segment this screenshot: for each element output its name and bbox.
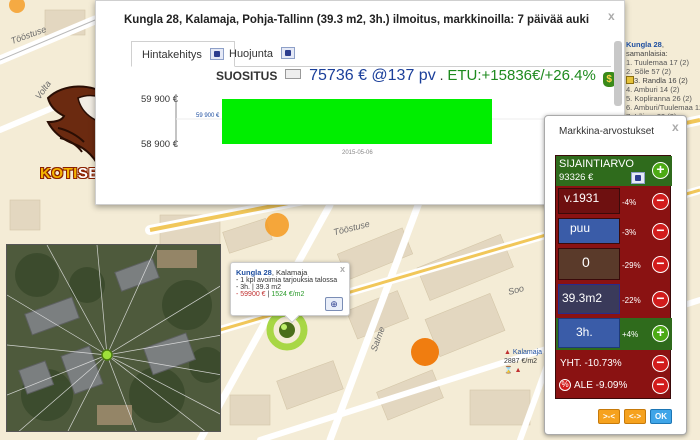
close-button[interactable]: x xyxy=(672,120,679,134)
area-price-pin[interactable]: ▲ Kalamaja 2887 €/m2 ⌛ ▲ xyxy=(504,348,544,375)
ok-button[interactable]: OK xyxy=(650,409,672,424)
remove-button[interactable]: − xyxy=(652,355,669,372)
row-label: v.1931 xyxy=(564,191,600,205)
hourglass-icon: ⌛ ▲ xyxy=(504,367,522,374)
row-pct: -29% xyxy=(622,261,641,270)
tab-label: Huojunta xyxy=(229,48,274,60)
popup-price-per-m2: 1524 €/m2 xyxy=(271,291,305,298)
total-row: YHT. -10.73% − xyxy=(556,354,672,374)
remove-button[interactable]: − xyxy=(652,256,669,273)
tab-label: Hintakehitys xyxy=(142,49,202,61)
row-label: 39.3m2 xyxy=(562,291,603,305)
total-label: YHT. -10.73% xyxy=(560,358,622,369)
recommended-price: 75736 € @137 pv xyxy=(309,67,436,84)
brand-text-koti: KOTI xyxy=(40,165,78,182)
pin-price: 2887 €/m2 xyxy=(504,358,538,365)
discount-icon: % xyxy=(559,379,571,391)
close-button[interactable]: x xyxy=(608,9,615,23)
satellite-image xyxy=(7,245,220,431)
panel-title: Markkina-arvostukset xyxy=(559,126,655,137)
highlight-icon xyxy=(626,76,634,84)
row-pct: -4% xyxy=(622,198,637,207)
popup-district: , Kalamaja xyxy=(271,268,308,277)
suositus-label: SUOSITUS xyxy=(216,69,278,83)
popup-title: Kungla 28, Kalamaja, Pohja-Tallinn (39.3… xyxy=(124,14,590,26)
remove-button[interactable]: − xyxy=(652,377,669,394)
satellite-view[interactable] xyxy=(6,244,221,432)
similar-item[interactable]: 5. Kopliranna 26 (2) xyxy=(626,94,700,103)
remove-button[interactable]: − xyxy=(652,193,669,210)
location-value-row: SIJAINTIARVO 93326 € + xyxy=(556,156,672,186)
expand-button[interactable]: <-> xyxy=(624,409,646,424)
tab-bar: Hintakehitys Huojunta xyxy=(131,41,611,67)
popup-street[interactable]: Kungla 28 xyxy=(236,268,272,277)
remove-button[interactable]: − xyxy=(652,291,669,308)
popup-price: - 59900 € xyxy=(236,291,266,298)
remove-button[interactable]: − xyxy=(652,223,669,240)
similar-item[interactable]: 4. Amburi 14 (2) xyxy=(626,85,700,94)
discount-label: ALE -9.09% xyxy=(574,380,628,391)
similar-item[interactable]: 6. Amburi/Tuulemaa 12 (2) xyxy=(626,103,700,112)
similar-item[interactable]: 2. Sõle 57 (2) xyxy=(626,67,700,76)
price-history-chart: 59 900 € 58 900 € 59 900 € 2015-05-06 xyxy=(136,89,556,164)
row-label: 3h. xyxy=(576,325,593,339)
similar-listings-panel: Kungla 28, samanlaisia: 1. Tuulemaa 17 (… xyxy=(626,40,700,121)
valuation-list: SIJAINTIARVO 93326 € + v.1931 -4% − puu … xyxy=(555,155,672,399)
scrollbar-thumb[interactable] xyxy=(614,41,622,106)
add-button[interactable]: + xyxy=(652,162,669,179)
row-label: 0 xyxy=(582,254,590,270)
hand-pointer-icon xyxy=(281,47,296,59)
recommendation-line: SUOSITUS 75736 € @137 pv . ETU:+15836€/+… xyxy=(216,67,616,87)
hand-pointer-icon[interactable] xyxy=(631,172,645,184)
valuation-row-year: v.1931 -4% − xyxy=(556,188,672,216)
similar-item-label: 3. Randla 16 (2) xyxy=(634,76,688,85)
map-listing-popup: Kungla 28, Kalamaja - 1 kpl avoimia tarj… xyxy=(230,262,350,324)
location-value: 93326 € xyxy=(559,172,594,183)
tab-huojunta[interactable]: Huojunta xyxy=(219,41,305,67)
location-value-label: SIJAINTIARVO xyxy=(559,158,634,170)
row-label: puu xyxy=(570,221,591,235)
similar-header: Kungla 28 xyxy=(626,40,662,49)
valuation-row-rooms: 3h. +4% + xyxy=(556,318,672,350)
valuation-row-floor: 0 -29% − xyxy=(556,248,672,282)
row-pct: -22% xyxy=(622,296,641,305)
magnifier-icon[interactable] xyxy=(285,69,302,79)
row-pct: +4% xyxy=(622,330,639,339)
popup-line: - 1 kpl avoimia tarjouksia talossa xyxy=(236,277,338,284)
benefit-value: ETU:+15836€/+26.4% xyxy=(447,67,596,84)
discount-row: % ALE -9.09% − xyxy=(556,376,672,396)
close-button[interactable]: x xyxy=(340,264,345,274)
similar-item[interactable]: 1. Tuulemaa 17 (2) xyxy=(626,58,700,67)
similar-item[interactable]: 3. Randla 16 (2) xyxy=(626,76,700,85)
market-valuation-panel: Markkina-arvostukset x SIJAINTIARVO 9332… xyxy=(544,115,687,435)
zoom-in-button[interactable]: ⊕ xyxy=(325,297,343,311)
price-bar xyxy=(222,99,492,144)
row-pct: -3% xyxy=(622,228,637,237)
popup-line: - 3h. | 39.3 m2 xyxy=(236,284,282,291)
add-button[interactable]: + xyxy=(652,325,669,342)
valuation-row-material: puu -3% − xyxy=(556,218,672,246)
valuation-row-area: 39.3m2 -22% − xyxy=(556,284,672,316)
flag-icon: ▲ xyxy=(504,349,511,356)
pin-label: Kalamaja xyxy=(512,349,543,356)
collapse-button[interactable]: >-< xyxy=(598,409,620,424)
x-tick-label: 2015-05-06 xyxy=(342,150,373,156)
